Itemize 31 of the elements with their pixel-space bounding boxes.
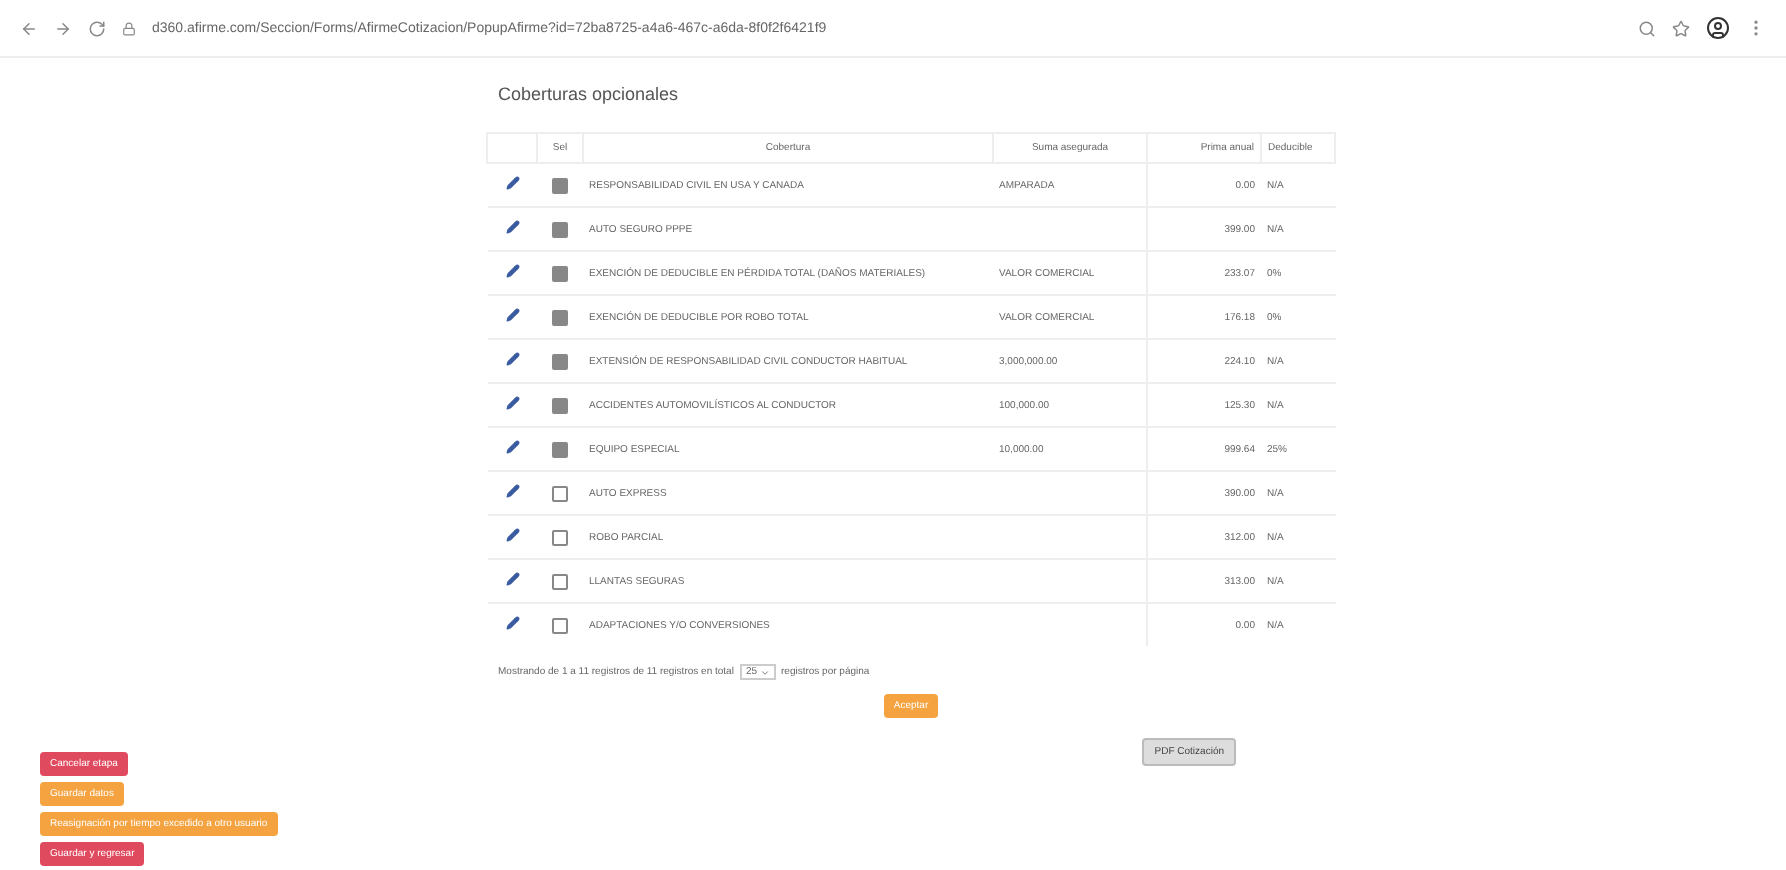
edit-icon[interactable] — [505, 176, 519, 190]
edit-icon[interactable] — [505, 484, 519, 498]
checkbox[interactable] — [552, 573, 568, 589]
edit-icon[interactable] — [505, 616, 519, 630]
checkbox[interactable] — [552, 265, 568, 281]
star-icon[interactable] — [1672, 19, 1690, 37]
edit-icon[interactable] — [505, 308, 519, 322]
edit-icon[interactable] — [505, 528, 519, 542]
profile-icon[interactable] — [1706, 16, 1730, 40]
edit-icon[interactable] — [505, 396, 519, 410]
checkbox[interactable] — [552, 485, 568, 501]
search-icon[interactable] — [1638, 19, 1656, 37]
edit-icon[interactable] — [505, 440, 519, 454]
lock-icon — [122, 21, 136, 35]
chevron-down-icon — [759, 667, 769, 677]
checkbox[interactable] — [552, 353, 568, 369]
forward-icon[interactable] — [54, 19, 72, 37]
checkbox[interactable] — [552, 177, 568, 193]
section-title: Coberturas opcionales — [498, 84, 681, 104]
edit-icon[interactable] — [505, 220, 519, 234]
checkbox[interactable] — [552, 617, 568, 633]
edit-icon[interactable] — [505, 572, 519, 586]
edit-icon[interactable] — [505, 264, 519, 278]
checkbox[interactable] — [552, 221, 568, 237]
checkbox[interactable] — [552, 397, 568, 413]
checkbox[interactable] — [552, 441, 568, 457]
reload-icon[interactable] — [88, 19, 106, 37]
checkbox[interactable] — [552, 529, 568, 545]
edit-icon[interactable] — [505, 352, 519, 366]
back-icon[interactable] — [20, 19, 38, 37]
checkbox[interactable] — [552, 309, 568, 325]
